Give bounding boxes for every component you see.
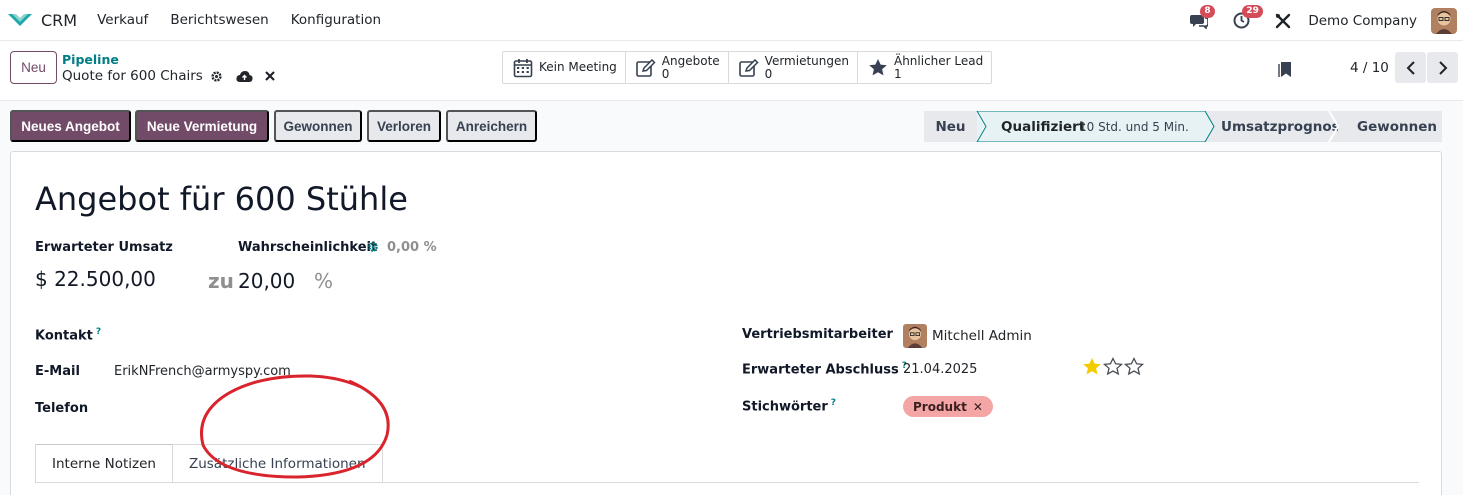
messages-icon[interactable]: 8	[1188, 4, 1215, 32]
smart-button-quotations-label: Angebote	[661, 53, 720, 68]
salesperson-avatar	[903, 324, 927, 348]
priority-stars	[1082, 357, 1145, 377]
expected-closing-label-text: Erwarteter Abschluss	[742, 362, 899, 378]
expected-closing-label: Erwarteter Abschluss?	[742, 361, 907, 377]
red-annotation-circle	[200, 374, 390, 479]
edit-icon	[738, 58, 759, 77]
smart-button-rentals-label: Vermietungen	[764, 53, 849, 68]
smart-button-rentals[interactable]: Vermietungen 0	[729, 52, 858, 83]
debug-tools-icon[interactable]	[1272, 10, 1294, 32]
menu-sales[interactable]: Verkauf	[97, 12, 148, 28]
expected-revenue-label: Erwarteter Umsatz	[35, 240, 173, 255]
lead-title[interactable]: Angebot für 600 Stühle	[35, 180, 408, 218]
top-navbar: CRM Verkauf Berichtswesen Konfiguration …	[0, 0, 1463, 41]
discard-close-icon[interactable]	[265, 71, 275, 81]
tags-label-text: Stichwörter	[742, 399, 828, 415]
contact-label: Kontakt?	[35, 327, 101, 343]
new-quotation-button[interactable]: Neues Angebot	[10, 110, 131, 142]
bookmark-icon[interactable]	[1278, 61, 1292, 82]
gear-icon[interactable]	[367, 241, 379, 257]
messages-badge: 8	[1200, 4, 1215, 18]
expected-closing-field[interactable]: 21.04.2025	[903, 362, 977, 377]
salesperson-field[interactable]: Mitchell Admin	[932, 328, 1032, 344]
gear-icon[interactable]	[210, 70, 223, 83]
smart-button-similar-leads-label: Ähnlicher Lead	[893, 53, 984, 68]
smart-buttons: Kein Meeting Angebote 0 Vermietungen 0 Ä…	[502, 51, 993, 84]
user-avatar[interactable]	[1431, 7, 1457, 34]
crm-app-icon[interactable]	[7, 11, 33, 29]
new-rental-button[interactable]: Neue Vermietung	[135, 110, 269, 142]
phone-label: Telefon	[35, 401, 89, 416]
control-panel: Neu Pipeline Quote for 600 Chairs Kein M…	[0, 41, 1463, 101]
company-switcher[interactable]: Demo Company	[1308, 13, 1417, 29]
smart-button-rentals-count: 0	[764, 66, 773, 81]
pager-value[interactable]: 4 / 10	[1350, 60, 1389, 76]
percent-sign: %	[314, 269, 334, 293]
star-icon	[869, 59, 887, 76]
edit-icon	[635, 58, 656, 77]
activities-clock-icon[interactable]: 29	[1230, 4, 1263, 32]
activities-badge: 29	[1242, 4, 1263, 18]
priority-star-2[interactable]	[1103, 357, 1124, 377]
breadcrumb-current: Quote for 600 Chairs	[62, 68, 275, 84]
priority-star-1[interactable]	[1082, 357, 1103, 377]
smart-button-quotations[interactable]: Angebote 0	[626, 52, 729, 83]
form-sheet: Angebot für 600 Stühle Erwarteter Umsatz…	[10, 151, 1442, 495]
smart-button-similar-leads[interactable]: Ähnlicher Lead 1	[858, 52, 991, 83]
tags-label: Stichwörter?	[742, 398, 836, 414]
app-name[interactable]: CRM	[41, 11, 77, 30]
probability-field[interactable]: 20,00	[238, 269, 295, 293]
breadcrumb-pipeline[interactable]: Pipeline	[62, 52, 119, 67]
pager-previous-button[interactable]	[1395, 52, 1426, 83]
automated-probability: 0,00 %	[387, 240, 437, 255]
contact-label-text: Kontakt	[35, 328, 93, 344]
probability-label: Wahrscheinlichkeit	[238, 240, 378, 255]
pager-next-button[interactable]	[1427, 52, 1458, 83]
tag-badge: Produkt ✕	[903, 396, 993, 417]
smart-button-meetings-label: Kein Meeting	[539, 60, 617, 74]
menu-reporting[interactable]: Berichtswesen	[170, 12, 268, 28]
lost-button[interactable]: Verloren	[367, 110, 441, 142]
smart-button-quotations-count: 0	[661, 66, 670, 81]
stage-qualified-text: Qualifiziert	[1001, 119, 1086, 135]
cloud-upload-icon[interactable]	[236, 70, 253, 83]
smart-button-meetings[interactable]: Kein Meeting	[503, 52, 626, 83]
chevron-right-icon	[1438, 60, 1447, 75]
record-name: Quote for 600 Chairs	[62, 68, 203, 84]
stage-qualified-duration: 10 Std. und 5 Min.	[1079, 120, 1189, 134]
new-record-button[interactable]: Neu	[10, 51, 57, 84]
priority-star-3[interactable]	[1124, 357, 1145, 377]
tag-label: Produkt	[913, 399, 967, 414]
expected-revenue-field[interactable]: $ 22.500,00	[35, 267, 156, 291]
help-tooltip-icon[interactable]: ?	[831, 398, 836, 408]
enrich-button[interactable]: Anreichern	[446, 110, 537, 142]
won-button[interactable]: Gewonnen	[274, 110, 362, 142]
smart-button-similar-leads-count: 1	[893, 66, 902, 81]
chevron-left-icon	[1406, 60, 1415, 75]
salesperson-label: Vertriebsmitarbeiter	[742, 327, 893, 342]
tab-internal-notes[interactable]: Interne Notizen	[35, 444, 173, 482]
calendar-icon	[513, 58, 533, 77]
tag-remove-icon[interactable]: ✕	[973, 400, 983, 414]
menu-configuration[interactable]: Konfiguration	[291, 12, 381, 28]
at-label: zu	[208, 269, 234, 293]
email-label: E-Mail	[35, 364, 80, 379]
help-tooltip-icon[interactable]: ?	[96, 327, 101, 337]
